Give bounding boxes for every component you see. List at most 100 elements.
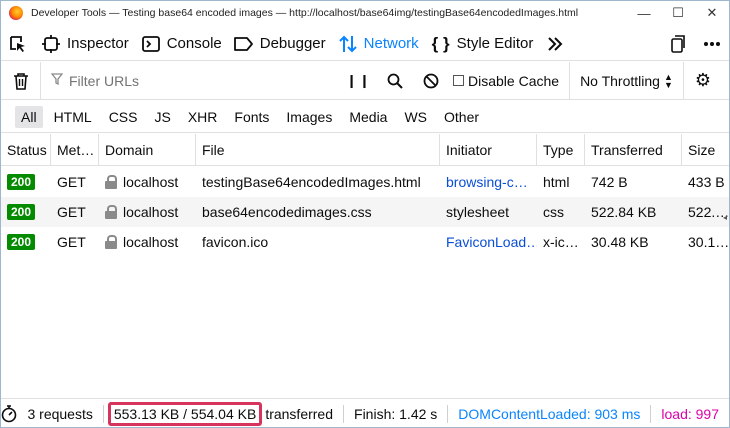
maximize-button[interactable]: ☐ xyxy=(661,1,695,25)
debugger-icon xyxy=(233,34,254,54)
tab-label: Network xyxy=(363,35,419,52)
disable-cache-toggle[interactable]: Disable Cache xyxy=(449,61,571,100)
dock-toggle-button[interactable] xyxy=(661,27,695,61)
status-badge: 200 xyxy=(7,174,36,190)
file-cell: testingBase64encodedImages.html xyxy=(202,174,421,190)
column-header-type[interactable]: Type xyxy=(537,134,585,166)
column-header-initiator[interactable]: Initiator xyxy=(440,134,537,166)
disable-cache-label: Disable Cache xyxy=(468,72,560,89)
requests-table-body: 200 GET localhost testingBase64encodedIm… xyxy=(1,167,729,257)
firefox-icon xyxy=(9,6,23,20)
tab-style-editor[interactable]: { } Style Editor xyxy=(425,27,540,61)
status-cell: 200 xyxy=(1,167,51,197)
method-cell: GET xyxy=(57,204,86,220)
type-filter-ws[interactable]: WS xyxy=(398,106,433,128)
ellipsis-icon xyxy=(704,42,720,46)
more-tools-button[interactable] xyxy=(539,27,577,61)
filter-funnel-icon xyxy=(50,73,64,88)
type-filter-html[interactable]: HTML xyxy=(48,106,98,128)
block-button[interactable] xyxy=(413,62,449,100)
minimize-button[interactable]: — xyxy=(627,1,661,25)
type-filter-fonts[interactable]: Fonts xyxy=(228,106,275,128)
column-header-transferred[interactable]: Transferred xyxy=(585,134,682,166)
filter-urls-input[interactable]: Filter URLs xyxy=(41,62,341,100)
tab-label: Console xyxy=(166,35,222,52)
updown-icon: ▲ ▼ xyxy=(663,71,673,90)
dock-icon xyxy=(671,35,685,53)
table-row[interactable]: 200 GET localhost testingBase64encodedIm… xyxy=(1,167,729,197)
column-header-method[interactable]: Met… xyxy=(51,134,99,166)
network-icon xyxy=(338,34,358,54)
domain-cell: localhost xyxy=(99,227,196,257)
table-row[interactable]: 200 GET localhost base64encodedimages.cs… xyxy=(1,197,729,227)
file-cell: base64encodedimages.css xyxy=(202,204,372,220)
lock-icon xyxy=(105,235,117,249)
column-header-status[interactable]: Status xyxy=(1,134,51,166)
status-badge: 200 xyxy=(7,234,36,250)
column-header-size[interactable]: Size xyxy=(682,134,729,166)
type-filter-other[interactable]: Other xyxy=(438,106,485,128)
tab-label: Debugger xyxy=(259,35,326,52)
status-badge: 200 xyxy=(7,204,36,220)
search-icon xyxy=(387,73,403,89)
filter-placeholder: Filter URLs xyxy=(69,72,140,89)
method-cell: GET xyxy=(57,174,86,190)
transferred-cell: 742 B xyxy=(591,174,628,190)
status-bar: 3 requests 553.13 KB / 554.04 KB transfe… xyxy=(1,398,729,427)
throttling-label: No Throttling xyxy=(580,72,660,89)
type-cell: html xyxy=(543,174,570,190)
close-button[interactable]: ✕ xyxy=(695,1,729,25)
type-filter-images[interactable]: Images xyxy=(280,106,338,128)
pause-icon: ❙❙ xyxy=(346,72,372,88)
load-time: load: 997 xyxy=(661,405,719,422)
more-options-button[interactable] xyxy=(695,27,729,61)
clear-button[interactable] xyxy=(1,61,41,100)
tab-debugger[interactable]: Debugger xyxy=(228,27,332,61)
type-filter-css[interactable]: CSS xyxy=(103,106,144,128)
initiator-link[interactable]: FaviconLoad… xyxy=(440,227,537,257)
request-type-filters: All HTML CSS JS XHR Fonts Images Media W… xyxy=(1,101,729,133)
column-header-domain[interactable]: Domain xyxy=(99,134,196,166)
inspector-icon xyxy=(41,34,61,54)
transferred-cell: 30.48 KB xyxy=(591,234,649,250)
network-settings-button[interactable]: ⚙ xyxy=(684,62,722,100)
element-picker-icon xyxy=(10,35,25,52)
resize-arrow-icon: ◂ xyxy=(723,213,728,222)
pause-button[interactable]: ❙❙ xyxy=(341,62,377,100)
devtools-window: Developer Tools — Testing base64 encoded… xyxy=(0,0,730,428)
type-filter-xhr[interactable]: XHR xyxy=(182,106,224,128)
size-cell: 30.1… xyxy=(688,234,729,250)
title-bar: Developer Tools — Testing base64 encoded… xyxy=(1,1,729,25)
type-filter-js[interactable]: JS xyxy=(148,106,176,128)
domain-text: localhost xyxy=(123,204,179,220)
throttling-select[interactable]: No Throttling ▲ ▼ xyxy=(570,61,684,100)
window-title: Developer Tools — Testing base64 encoded… xyxy=(31,7,579,19)
status-cell: 200 xyxy=(1,227,51,257)
transfer-size-highlighted: 553.13 KB / 554.04 KB xyxy=(107,401,263,426)
type-filter-all[interactable]: All xyxy=(15,105,43,128)
element-picker-button[interactable] xyxy=(1,27,35,61)
tools-toolbar: Inspector Console Debugger Network { } S… xyxy=(1,27,729,61)
initiator-link[interactable]: browsing-c… xyxy=(440,167,537,197)
tab-console[interactable]: Console xyxy=(135,27,228,61)
table-row[interactable]: 200 GET localhost favicon.ico FaviconLoa… xyxy=(1,227,729,257)
tab-inspector[interactable]: Inspector xyxy=(35,27,135,61)
size-cell: 522.… xyxy=(688,204,729,220)
search-button[interactable] xyxy=(377,62,413,100)
style-editor-icon: { } xyxy=(431,33,450,53)
toolbar-right xyxy=(661,27,729,61)
tab-network[interactable]: Network xyxy=(332,27,425,61)
type-cell: css xyxy=(543,204,564,220)
requests-table-header: Status Met… Domain File Initiator Type T… xyxy=(1,134,729,166)
column-header-file[interactable]: File xyxy=(196,134,440,166)
trash-icon xyxy=(13,72,28,90)
tab-label: Style Editor xyxy=(456,35,534,52)
domain-cell: localhost xyxy=(99,197,196,227)
method-cell: GET xyxy=(57,234,86,250)
transferred-label: transferred xyxy=(265,405,334,422)
block-icon xyxy=(423,73,439,88)
disable-cache-checkbox[interactable] xyxy=(453,75,464,86)
request-count: 3 requests xyxy=(27,405,93,422)
type-filter-media[interactable]: Media xyxy=(343,106,393,128)
window-controls: — ☐ ✕ xyxy=(627,1,729,25)
